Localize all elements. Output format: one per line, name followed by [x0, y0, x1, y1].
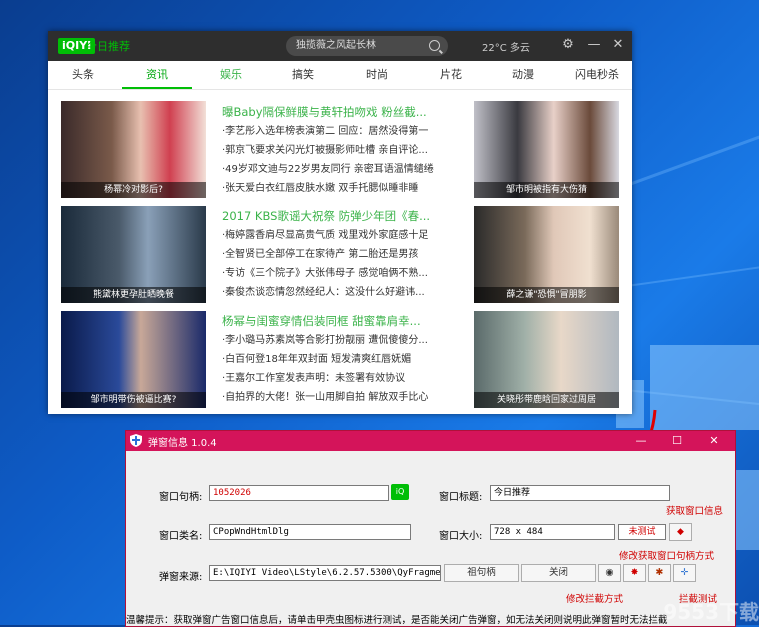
- star-icon[interactable]: ✸: [623, 564, 646, 582]
- dialog-titlebar: 弹窗信息 1.0.4 — ☐ ✕: [126, 431, 735, 451]
- class-field[interactable]: CPopWndHtmlDlg: [209, 524, 411, 540]
- maximize-icon[interactable]: ☐: [667, 432, 687, 450]
- tab-trailer[interactable]: 片花: [416, 61, 486, 89]
- tab-headline[interactable]: 头条: [48, 61, 118, 89]
- news-thumbnail[interactable]: 关晓彤带鹿晗回家过周居: [474, 311, 619, 408]
- weather-text: 22°C 多云: [482, 43, 530, 54]
- dialog-title: 弹窗信息 1.0.4: [148, 438, 217, 449]
- news-item[interactable]: ·全智贤已全部停工在家待产 第二胎还是男孩: [222, 245, 462, 264]
- news-item[interactable]: ·白百何登18年年双封面 短发清爽红唇妩媚: [222, 350, 462, 369]
- tip-text: 温馨提示：获取弹窗广告窗口信息后，请单击甲壳虫图标进行测试，是否能关闭广告弹窗，…: [126, 615, 668, 626]
- news-thumbnail[interactable]: 薛之谦"恐惧"冒朋影: [474, 206, 619, 303]
- search-icon[interactable]: [429, 40, 440, 51]
- note-modify-block: 修改拦截方式: [566, 594, 624, 605]
- news-group: 曝Baby隔保鲜膜与黄轩拍吻戏 粉丝截... ·李艺彤入选年榜表演第二 回应：居…: [222, 102, 462, 198]
- tab-anime[interactable]: 动漫: [488, 61, 558, 89]
- title-label: 窗口标题:: [439, 492, 483, 503]
- news-headline[interactable]: 杨幂与闺蜜穿情侣装同框 甜蜜靠肩幸...: [222, 311, 462, 331]
- parent-handle-button[interactable]: 祖句柄: [444, 564, 519, 582]
- shield-icon: [130, 434, 142, 447]
- popup-titlebar: iQIYI 今日推荐 独揽薇之风起长林 22°C 多云 ⚙ — ✕: [48, 31, 632, 61]
- tab-entertainment[interactable]: 娱乐: [196, 61, 266, 89]
- source-field[interactable]: E:\IQIYI Video\LStyle\6.2.57.5300\QyFrag…: [209, 565, 441, 581]
- news-item[interactable]: ·李艺彤入选年榜表演第二 回应：居然没得第一: [222, 122, 462, 141]
- news-item[interactable]: ·王嘉尔工作室发表声明：未签署有效协议: [222, 369, 462, 388]
- news-group: 2017 KBS歌谣大祝祭 防弹少年团《春... ·梅婷露香肩尽显高贵气质 戏里…: [222, 206, 462, 302]
- news-item[interactable]: ·49岁邓文迪与22岁男友同行 亲密耳语温情缱绻: [222, 160, 462, 179]
- category-tabs: 头条 资讯 娱乐 搞笑 时尚 片花 动漫 闪电秒杀: [48, 61, 632, 90]
- popup-title: 今日推荐: [86, 40, 130, 53]
- watermark: 9553下载: [663, 600, 759, 624]
- minimize-icon[interactable]: —: [586, 37, 602, 53]
- class-label: 窗口类名:: [159, 531, 203, 542]
- tab-fashion[interactable]: 时尚: [342, 61, 412, 89]
- tab-flash-sale[interactable]: 闪电秒杀: [562, 61, 632, 89]
- title-field[interactable]: 今日推荐: [490, 485, 670, 501]
- eye-icon[interactable]: ◉: [598, 564, 621, 582]
- gear-icon[interactable]: ⚙: [560, 37, 576, 53]
- news-item[interactable]: ·郭京飞要求关闪光灯被摄影师吐槽 亲自评论...: [222, 141, 462, 160]
- close-icon[interactable]: ✕: [704, 432, 724, 450]
- news-item[interactable]: ·秦俊杰谈恋情忽然经纪人：这没什么好避讳...: [222, 283, 462, 302]
- tag-icon: ◆: [677, 527, 684, 537]
- size-field[interactable]: 728 x 484: [490, 524, 615, 540]
- news-group: 杨幂与闺蜜穿情侣装同框 甜蜜靠肩幸... ·李小璐马苏素岚等合影打扮靓丽 遭侃傻…: [222, 311, 462, 407]
- search-input[interactable]: 独揽薇之风起长林: [286, 36, 448, 56]
- news-item[interactable]: ·梅婷露香肩尽显高贵气质 戏里戏外家庭感十足: [222, 226, 462, 245]
- note-modify-handle: 修改获取窗口句柄方式: [619, 551, 715, 562]
- test-status-field: 未测试: [618, 524, 666, 540]
- news-headline[interactable]: 2017 KBS歌谣大祝祭 防弹少年团《春...: [222, 206, 462, 226]
- news-headline[interactable]: 曝Baby隔保鲜膜与黄轩拍吻戏 粉丝截...: [222, 102, 462, 122]
- get-info-button[interactable]: ◆: [669, 523, 692, 541]
- close-button[interactable]: 关闭: [521, 564, 596, 582]
- minimize-icon[interactable]: —: [631, 432, 651, 450]
- iqiyi-popup-window: iQIYI 今日推荐 独揽薇之风起长林 22°C 多云 ⚙ — ✕ 头条 资讯 …: [48, 31, 632, 414]
- tab-news[interactable]: 资讯: [122, 61, 192, 89]
- news-item[interactable]: ·专访《三个院子》大张伟母子 感觉咱俩不熟...: [222, 264, 462, 283]
- size-label: 窗口大小:: [439, 531, 483, 542]
- handle-field[interactable]: 1052026: [209, 485, 389, 501]
- bug-icon[interactable]: ✱: [648, 564, 671, 582]
- handle-label: 窗口句柄:: [159, 492, 203, 503]
- source-label: 弹窗来源:: [159, 572, 203, 583]
- note-get-info: 获取窗口信息: [666, 506, 724, 517]
- news-item[interactable]: ·张天爱白衣红唇皮肤水嫩 双手托腮似睡非睡: [222, 179, 462, 198]
- popup-info-dialog: 弹窗信息 1.0.4 — ☐ ✕ 窗口句柄: 1052026 iQ 窗口标题: …: [125, 430, 736, 627]
- tab-funny[interactable]: 搞笑: [268, 61, 338, 89]
- app-icon: iQ: [391, 484, 409, 500]
- news-thumbnail[interactable]: 熊黛林更孕肚晒晚餐: [61, 206, 206, 303]
- news-item[interactable]: ·自拍界的大佬！张一山用脚自拍 解放双手比心: [222, 388, 462, 407]
- close-icon[interactable]: ✕: [610, 37, 626, 53]
- news-item[interactable]: ·李小璐马苏素岚等合影打扮靓丽 遭侃傻傻分...: [222, 331, 462, 350]
- crosshair-icon[interactable]: ✛: [673, 564, 696, 582]
- news-thumbnail[interactable]: 杨幂冷对影后?: [61, 101, 206, 198]
- news-thumbnail[interactable]: 邹市明被指有大伤猜: [474, 101, 619, 198]
- news-thumbnail[interactable]: 邹市明带伤被逼比赛?: [61, 311, 206, 408]
